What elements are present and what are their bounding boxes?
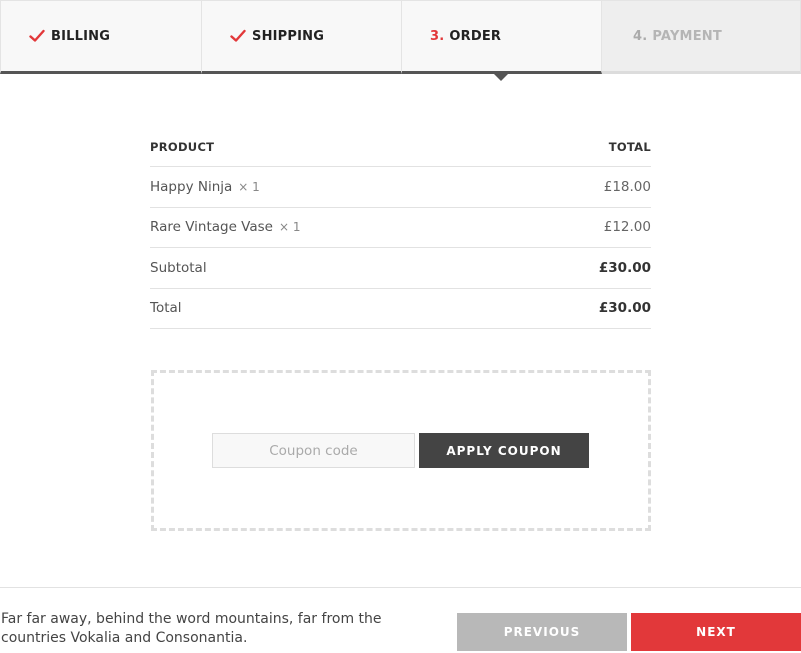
checkout-steps: BILLING SHIPPING 3. ORDER 4. PAYMENT (0, 0, 801, 81)
step-label: SHIPPING (252, 28, 325, 44)
subtotal-row: Subtotal £30.00 (150, 248, 651, 289)
step-label: BILLING (51, 28, 111, 44)
step-label: ORDER (449, 28, 502, 44)
product-name: Rare Vintage Vase (150, 219, 273, 236)
product-cell: Rare Vintage Vase × 1 (150, 219, 301, 235)
step-label: PAYMENT (652, 28, 722, 44)
step-number: 3. (430, 28, 445, 44)
order-table: PRODUCT TOTAL Happy Ninja × 1 £18.00 Rare… (150, 127, 651, 329)
apply-coupon-button[interactable]: APPLY COUPON (419, 433, 589, 468)
footer-text: Far far away, behind the word mountains,… (1, 611, 382, 646)
step-number: 4. (633, 28, 648, 44)
previous-button[interactable]: PREVIOUS (457, 613, 627, 651)
product-price: £12.00 (603, 219, 651, 236)
table-row: Rare Vintage Vase × 1 £12.00 (150, 208, 651, 248)
next-button[interactable]: NEXT (631, 613, 801, 651)
footer-divider (0, 587, 801, 588)
header-product: PRODUCT (150, 139, 215, 154)
step-shipping[interactable]: SHIPPING (202, 0, 402, 74)
total-value: £30.00 (598, 300, 651, 317)
product-name: Happy Ninja (150, 178, 233, 195)
step-payment[interactable]: 4. PAYMENT (602, 0, 801, 74)
subtotal-value: £30.00 (598, 259, 651, 276)
header-total: TOTAL (608, 139, 651, 154)
step-billing[interactable]: BILLING (0, 0, 202, 74)
product-price: £18.00 (603, 178, 651, 195)
total-label: Total (150, 300, 182, 317)
table-row: Happy Ninja × 1 £18.00 (150, 167, 651, 208)
table-header: PRODUCT TOTAL (150, 127, 651, 167)
product-qty: × 1 (238, 179, 260, 194)
checkmark-icon (29, 29, 45, 42)
product-qty: × 1 (278, 220, 301, 235)
checkmark-icon (230, 29, 246, 42)
subtotal-label: Subtotal (150, 259, 207, 276)
total-row: Total £30.00 (150, 289, 651, 329)
step-order[interactable]: 3. ORDER (402, 0, 602, 81)
product-cell: Happy Ninja × 1 (150, 179, 260, 195)
coupon-code-input[interactable] (212, 433, 415, 468)
